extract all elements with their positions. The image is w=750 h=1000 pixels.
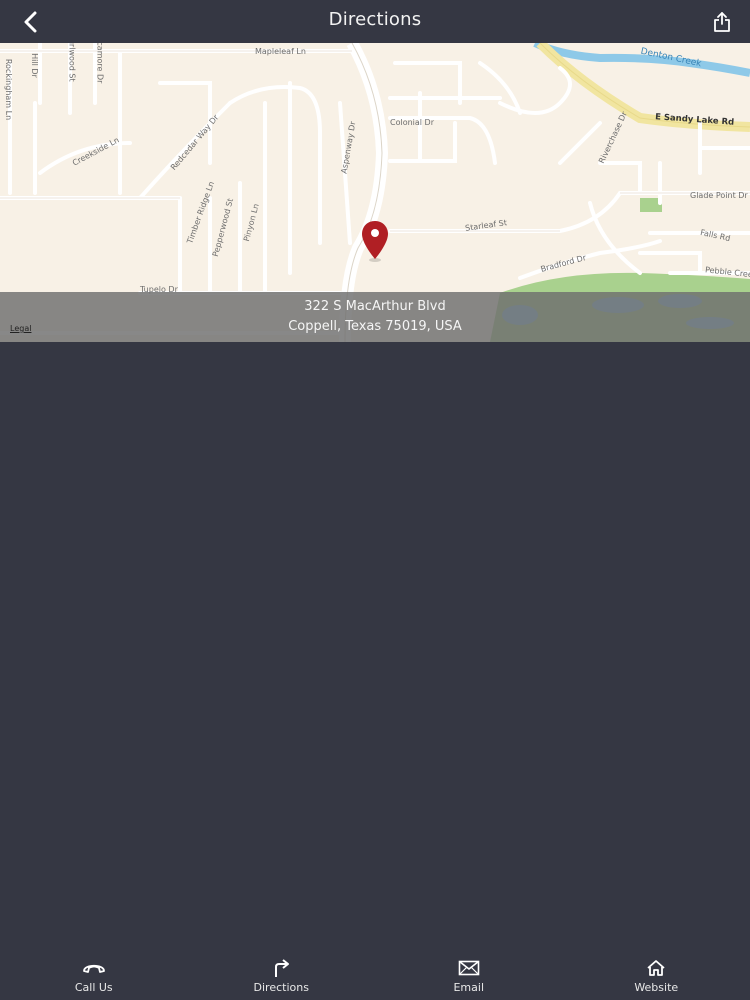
address-overlay: 322 S MacArthur Blvd Coppell, Texas 7501… <box>0 292 750 342</box>
street-label: Glade Point Dr <box>690 191 748 200</box>
bottom-tab-bar: Call Us Directions Email Website <box>0 954 750 1000</box>
street-label: Rockingham Ln <box>4 58 14 121</box>
tab-label: Directions <box>253 981 309 994</box>
street-label: Sycamore Dr <box>95 43 105 84</box>
share-button[interactable] <box>708 6 736 38</box>
tab-label: Email <box>453 981 485 994</box>
page-title: Directions <box>328 9 422 30</box>
turn-right-arrow-icon <box>268 957 294 979</box>
phone-icon <box>81 957 107 979</box>
street-label: Burlwood St <box>67 43 77 82</box>
map-pin-icon <box>362 221 388 262</box>
tab-website[interactable]: Website <box>563 954 750 1000</box>
tab-directions[interactable]: Directions <box>188 954 376 1000</box>
tab-call-us[interactable]: Call Us <box>0 954 188 1000</box>
tab-email[interactable]: Email <box>375 954 563 1000</box>
location-pin[interactable] <box>359 219 391 263</box>
street-label: Colonial Dr <box>390 118 435 127</box>
envelope-icon <box>456 957 482 979</box>
map-view[interactable]: Mapleleaf Ln Denton Creek E Sandy Lake R… <box>0 43 750 342</box>
legal-link[interactable]: Legal <box>10 324 31 333</box>
street-label: Mapleleaf Ln <box>255 47 306 56</box>
home-icon <box>643 957 669 979</box>
navigation-bar: Directions <box>0 0 750 43</box>
street-label: Hill Dr <box>29 53 39 78</box>
share-icon <box>714 12 730 32</box>
address-city: Coppell, Texas 75019, USA <box>288 319 462 334</box>
tab-label: Website <box>634 981 679 994</box>
tab-label: Call Us <box>74 981 113 994</box>
address-street: 322 S MacArthur Blvd <box>304 299 446 314</box>
